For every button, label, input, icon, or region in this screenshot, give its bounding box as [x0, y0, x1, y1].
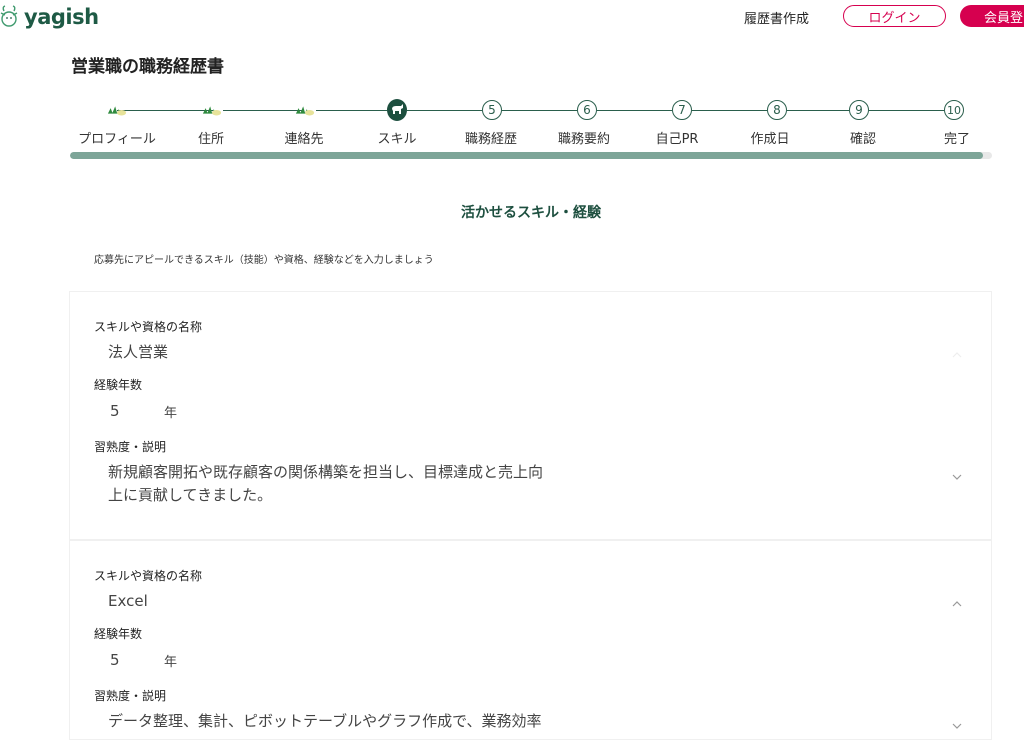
step-connector — [407, 110, 482, 111]
step-connector — [597, 110, 672, 111]
chevron-down-icon[interactable] — [950, 719, 964, 733]
step-current-goat-icon — [387, 99, 407, 121]
progress-bar-fill — [70, 152, 983, 159]
step-label-work-history: 職務経歴 — [464, 132, 518, 147]
step-connector — [869, 110, 944, 111]
page-title: 営業職の職務経歴書 — [71, 57, 224, 77]
step-label-summary: 職務要約 — [557, 132, 611, 147]
step-connector — [117, 110, 213, 111]
description-label: 習熟度・説明 — [94, 440, 167, 454]
chevron-down-icon[interactable] — [950, 470, 964, 484]
years-value[interactable]: 5 — [110, 400, 120, 422]
years-label: 経験年数 — [94, 378, 143, 392]
step-label-self-pr: 自己PR — [655, 132, 699, 147]
step-label-profile: プロフィール — [78, 132, 156, 147]
step-connector — [223, 110, 303, 111]
step-number-7: 7 — [672, 100, 692, 120]
skill-card: スキルや資格の名称 Excel 経験年数 5 年 習熟度・説明 データ整理、集計… — [69, 540, 992, 740]
step-label-complete: 完了 — [943, 132, 971, 147]
step-connector — [502, 110, 577, 111]
section-title: 活かせるスキル・経験 — [461, 205, 601, 221]
logo[interactable]: yagish — [0, 4, 99, 30]
years-unit: 年 — [164, 406, 178, 421]
step-number-5: 5 — [482, 100, 502, 120]
signup-button[interactable]: 会員登 — [960, 5, 1024, 27]
step-number-10: 10 — [944, 100, 964, 120]
years-value[interactable]: 5 — [110, 649, 120, 671]
step-number-8: 8 — [767, 100, 787, 120]
skill-name-value[interactable]: Excel — [108, 590, 148, 612]
step-label-skill: スキル — [377, 132, 417, 147]
logo-text: yagish — [24, 5, 99, 29]
description-line[interactable]: 上に貢献してきました。 — [108, 484, 272, 506]
description-line[interactable]: 新規顧客開拓や既存顧客の関係構築を担当し、目標達成と売上向 — [108, 461, 543, 483]
step-done-grass-icon — [107, 100, 127, 120]
goat-logo-icon — [0, 5, 18, 27]
step-connector — [692, 110, 767, 111]
nav-resume-create-link[interactable]: 履歴書作成 — [744, 8, 809, 27]
step-label-date: 作成日 — [750, 132, 790, 147]
login-button[interactable]: ログイン — [843, 5, 946, 27]
years-unit: 年 — [164, 655, 178, 670]
description-label: 習熟度・説明 — [94, 689, 167, 703]
step-label-address: 住所 — [197, 132, 225, 147]
step-number-6: 6 — [577, 100, 597, 120]
step-label-confirm: 確認 — [849, 132, 877, 147]
skill-name-value[interactable]: 法人営業 — [108, 341, 168, 363]
description-line[interactable]: データ整理、集計、ピボットテーブルやグラフ作成で、業務効率 — [108, 710, 542, 732]
chevron-up-icon[interactable] — [950, 348, 964, 362]
skill-card: スキルや資格の名称 法人営業 経験年数 5 年 習熟度・説明 新規顧客開拓や既存… — [69, 291, 992, 540]
step-number-9: 9 — [849, 100, 869, 120]
skill-name-label: スキルや資格の名称 — [94, 320, 203, 334]
skill-name-label: スキルや資格の名称 — [94, 569, 203, 583]
progress-stepper: 5 6 7 8 9 10 プロフィール 住所 連絡先 スキル 職務経歴 職務要約… — [70, 96, 992, 160]
chevron-up-icon[interactable] — [950, 597, 964, 611]
progress-bar — [70, 152, 992, 159]
step-done-grass-icon — [202, 100, 222, 120]
step-connector — [316, 110, 387, 111]
step-label-contact: 連絡先 — [284, 132, 324, 147]
step-done-grass-icon — [295, 100, 315, 120]
app-header: yagish 履歴書作成 ログイン 会員登 — [0, 0, 1024, 36]
years-label: 経験年数 — [94, 627, 143, 641]
step-connector — [787, 110, 849, 111]
section-intro-text: 応募先にアピールできるスキル（技能）や資格、経験などを入力しましょう — [94, 255, 434, 266]
